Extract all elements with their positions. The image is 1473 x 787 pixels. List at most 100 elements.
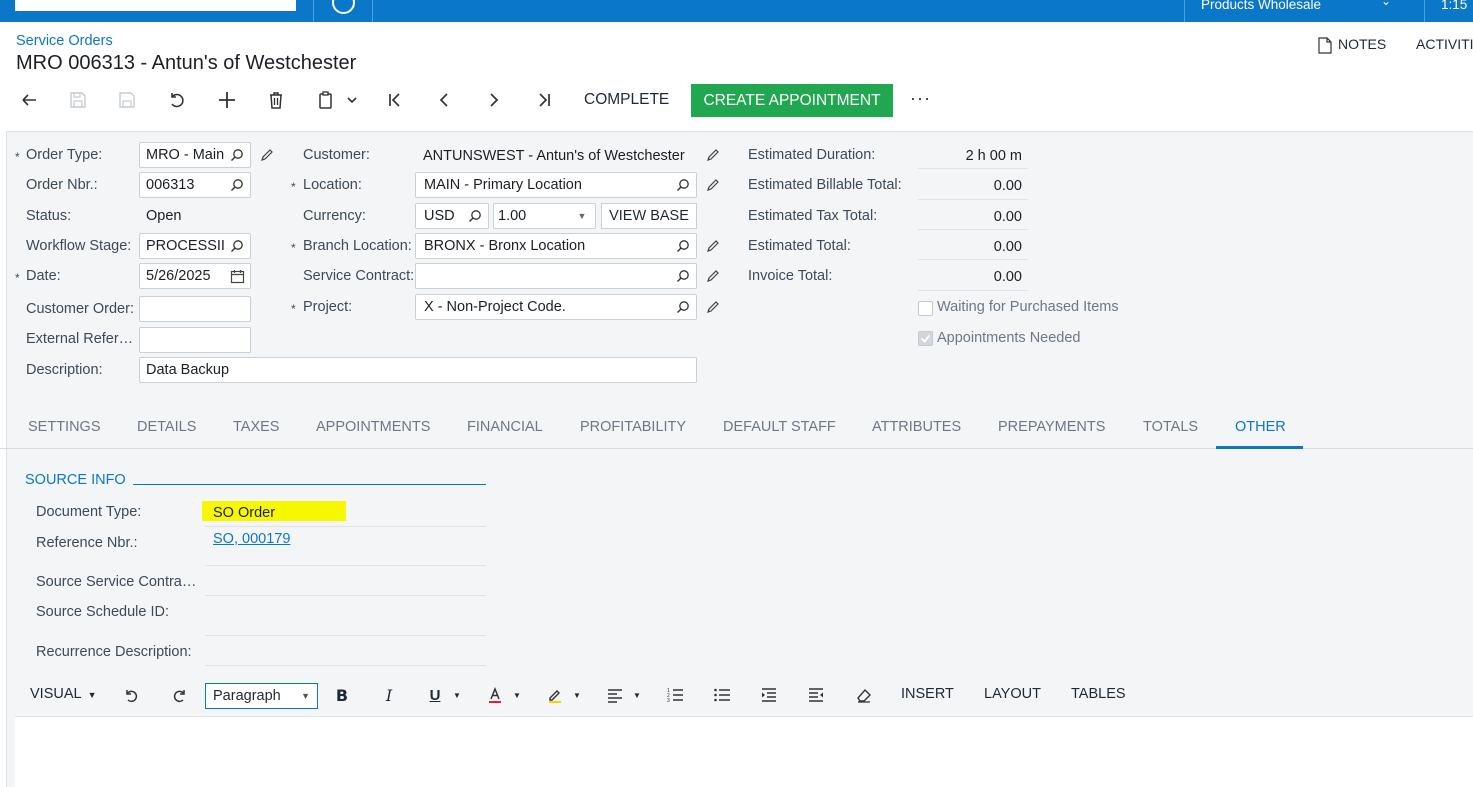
visual-mode-label: VISUAL — [30, 686, 82, 702]
caret-down-icon[interactable]: ▼ — [566, 684, 588, 706]
more-actions-icon[interactable]: ··· — [910, 88, 931, 109]
tables-menu[interactable]: TABLES — [1071, 686, 1126, 702]
caret-down-icon[interactable]: ▼ — [573, 207, 591, 225]
edit-pencil-icon[interactable] — [705, 299, 721, 315]
previous-record-icon[interactable] — [432, 88, 456, 112]
customer-order-field[interactable] — [139, 296, 251, 322]
tab-prepayments[interactable]: PREPAYMENTS — [998, 419, 1105, 435]
search-icon[interactable] — [228, 176, 246, 194]
bold-icon[interactable]: B — [331, 684, 353, 706]
tab-profitability[interactable]: PROFITABILITY — [580, 419, 686, 435]
description-value: Data Backup — [146, 362, 230, 378]
view-base-button[interactable]: VIEW BASE — [601, 203, 697, 229]
clear-formatting-icon[interactable] — [853, 684, 875, 706]
external-ref-field[interactable] — [139, 327, 251, 353]
edit-pencil-icon[interactable] — [705, 177, 721, 193]
tab-totals[interactable]: TOTALS — [1143, 419, 1198, 435]
paragraph-format-select[interactable]: Paragraph ▼ — [205, 683, 318, 709]
undo-icon[interactable] — [121, 684, 143, 706]
edit-pencil-icon[interactable] — [705, 268, 721, 284]
invoice-total-label: Invoice Total: — [748, 268, 833, 284]
first-record-icon[interactable] — [383, 88, 407, 112]
text-color-icon[interactable] — [484, 684, 506, 706]
status-label: Status: — [26, 208, 72, 224]
project-field[interactable]: X - Non-Project Code. — [415, 294, 697, 320]
chevron-down-icon[interactable]: ⌄ — [1381, 0, 1391, 8]
customer-value[interactable]: ANTUNSWEST - Antun's of Westchester — [423, 148, 685, 164]
recurrence-description-label: Recurrence Description: — [36, 644, 192, 660]
search-icon[interactable] — [674, 298, 692, 316]
caret-down-icon[interactable]: ▼ — [446, 684, 468, 706]
indent-icon[interactable] — [758, 684, 780, 706]
tab-settings[interactable]: SETTINGS — [28, 419, 101, 435]
global-search-input[interactable] — [15, 0, 296, 11]
section-divider — [133, 484, 486, 485]
edit-pencil-icon[interactable] — [259, 147, 275, 163]
order-type-field[interactable]: MRO - Main — [139, 142, 251, 168]
location-field[interactable]: MAIN - Primary Location — [415, 172, 697, 198]
delete-icon[interactable] — [264, 88, 288, 112]
add-icon[interactable] — [215, 88, 239, 112]
caret-down-icon: ▼ — [301, 691, 310, 701]
company-selector[interactable]: Products Wholesale — [1201, 0, 1321, 12]
search-icon[interactable] — [674, 176, 692, 194]
date-field[interactable]: 5/26/2025 — [139, 263, 251, 289]
external-ref-label: External Refer… — [26, 331, 134, 347]
edit-pencil-icon[interactable] — [705, 238, 721, 254]
branch-location-field[interactable]: BRONX - Bronx Location — [415, 233, 697, 259]
order-nbr-field[interactable]: 006313 — [139, 172, 251, 198]
tab-attributes[interactable]: ATTRIBUTES — [872, 419, 961, 435]
tab-other[interactable]: OTHER — [1235, 419, 1286, 435]
currency-field[interactable]: USD — [415, 203, 489, 229]
caret-down-icon[interactable]: ▼ — [626, 684, 648, 706]
create-appointment-button[interactable]: CREATE APPOINTMENT — [691, 84, 893, 117]
undo-icon[interactable] — [165, 88, 189, 112]
service-contract-field[interactable] — [415, 263, 697, 289]
tab-financial[interactable]: FINANCIAL — [467, 419, 543, 435]
caret-down-icon[interactable]: ▼ — [506, 684, 528, 706]
align-left-icon[interactable] — [604, 684, 626, 706]
currency-rate-select[interactable]: 1.00 ▼ — [493, 203, 596, 229]
insert-menu[interactable]: INSERT — [901, 686, 954, 702]
notes-button[interactable]: NOTES — [1338, 36, 1386, 52]
tab-appointments[interactable]: APPOINTMENTS — [316, 419, 430, 435]
bulleted-list-icon[interactable] — [711, 684, 733, 706]
reference-nbr-label: Reference Nbr.: — [36, 535, 138, 551]
complete-button[interactable]: COMPLETE — [584, 91, 669, 109]
italic-icon[interactable]: I — [378, 684, 400, 706]
search-icon[interactable] — [228, 237, 246, 255]
waiting-purchased-checkbox[interactable] — [918, 301, 933, 316]
tab-details[interactable]: DETAILS — [137, 419, 196, 435]
search-icon[interactable] — [466, 207, 484, 225]
document-icon[interactable] — [1318, 37, 1332, 54]
search-icon[interactable] — [228, 146, 246, 164]
visual-mode-dropdown[interactable]: VISUAL ▼ — [30, 686, 97, 702]
outdent-icon[interactable] — [805, 684, 827, 706]
activities-button[interactable]: ACTIVITI — [1416, 36, 1473, 52]
chevron-down-icon[interactable] — [340, 88, 364, 112]
description-field[interactable]: Data Backup — [139, 357, 697, 383]
tab-taxes[interactable]: TAXES — [233, 419, 279, 435]
location-value: MAIN - Primary Location — [424, 177, 582, 193]
search-icon[interactable] — [674, 267, 692, 285]
numbered-list-icon[interactable]: 123 — [664, 684, 686, 706]
next-record-icon[interactable] — [482, 88, 506, 112]
breadcrumb[interactable]: Service Orders — [16, 33, 113, 49]
back-icon[interactable] — [17, 88, 41, 112]
underline-icon[interactable]: U — [424, 684, 446, 706]
tab-default-staff[interactable]: DEFAULT STAFF — [723, 419, 836, 435]
edit-pencil-icon[interactable] — [705, 147, 721, 163]
divider — [918, 229, 1028, 230]
service-contract-label: Service Contract: — [303, 268, 415, 284]
layout-menu[interactable]: LAYOUT — [984, 686, 1041, 702]
clipboard-icon[interactable] — [314, 88, 338, 112]
search-icon[interactable] — [674, 237, 692, 255]
workflow-stage-field[interactable]: PROCESSII — [139, 233, 251, 259]
redo-icon[interactable] — [168, 684, 190, 706]
reference-nbr-link[interactable]: SO, 000179 — [213, 531, 290, 547]
rich-text-editor[interactable] — [15, 716, 1473, 787]
last-record-icon[interactable] — [532, 88, 556, 112]
highlight-color-icon[interactable] — [544, 684, 566, 706]
appointments-needed-checkbox[interactable] — [918, 331, 933, 346]
calendar-icon[interactable] — [228, 267, 246, 285]
